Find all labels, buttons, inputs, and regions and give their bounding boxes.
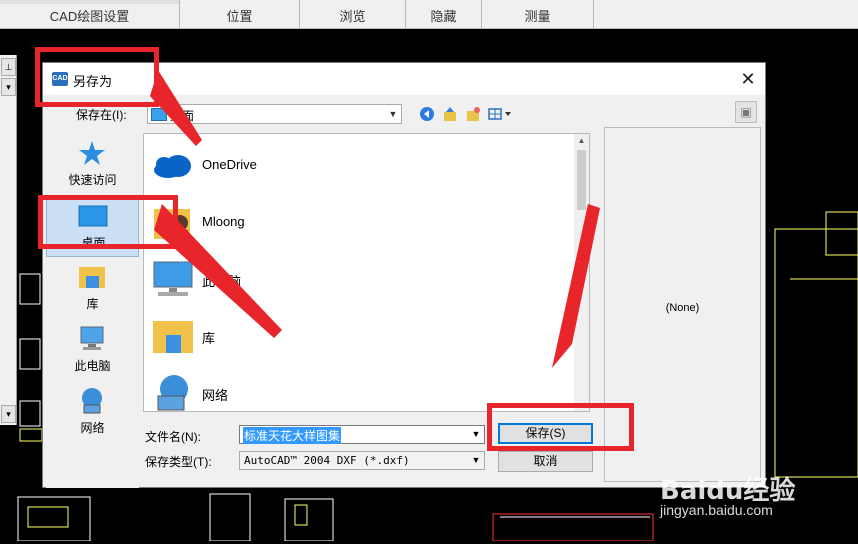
- baidu-watermark-url: jingyan.baidu.com: [660, 502, 773, 518]
- arrow-to-desktop: [154, 204, 282, 338]
- arrow-to-title: [150, 70, 202, 146]
- annotation-arrows: [150, 70, 600, 368]
- arrow-to-save: [552, 204, 600, 368]
